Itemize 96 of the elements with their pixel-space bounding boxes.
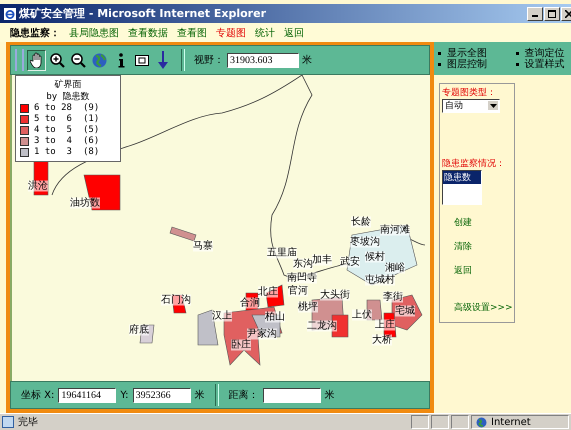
place-label: 官河: [288, 286, 308, 296]
legend-count: (8): [83, 147, 100, 158]
frame-icon: [134, 54, 148, 66]
hand-icon: [30, 52, 44, 68]
status-text: 完毕: [18, 416, 38, 429]
distance-label: 距离：: [228, 388, 259, 402]
place-label: 长龄: [351, 216, 371, 228]
coordinate-y-label: Y:: [120, 390, 129, 400]
advanced-settings-link[interactable]: 高级设置>>>: [454, 301, 512, 314]
grip-icon: [15, 49, 24, 71]
status-panel: [451, 415, 469, 429]
maximize-icon: [548, 10, 556, 18]
x-field[interactable]: 19641164: [58, 388, 116, 402]
place-label: 加丰: [312, 254, 332, 266]
down-arrow-icon: [158, 51, 168, 69]
place-label: 桃坪: [298, 302, 318, 312]
side-link[interactable]: 显示全图: [438, 48, 494, 58]
place-label: 尹家沟: [247, 328, 277, 340]
place-label: 汉上: [212, 310, 232, 322]
place-label: 柏山: [265, 312, 285, 322]
place-label: 大桥: [372, 334, 392, 346]
place-label: 五里庙: [267, 248, 297, 258]
status-panel: [431, 415, 449, 429]
side-link[interactable]: 查询定位: [516, 48, 571, 58]
unit-label: 米: [194, 388, 205, 402]
place-label: 南河滩: [380, 224, 410, 236]
place-label: 油坊数: [70, 198, 100, 208]
menu-link[interactable]: 查看数据: [128, 26, 168, 40]
legend-count: (6): [83, 136, 100, 147]
side-link[interactable]: 设置样式: [516, 58, 571, 70]
minimize-button[interactable]: [527, 6, 543, 20]
legend-title: 矿界面: [54, 79, 82, 91]
place-label: 二龙沟: [307, 320, 337, 332]
browser-icon: [4, 8, 16, 20]
side-link[interactable]: 图层控制: [438, 58, 494, 70]
type-label: 专题图类型：: [442, 86, 497, 99]
place-label: 上庄: [375, 320, 395, 330]
place-label: 卧庄: [231, 340, 251, 350]
globe-icon: [476, 416, 487, 428]
place-label: 候村: [365, 252, 385, 262]
legend-range: 4 to 5: [34, 125, 73, 136]
place-label: 马寨: [193, 240, 213, 252]
zoom-in-icon: [50, 52, 65, 68]
place-label: 洪沧: [28, 180, 48, 192]
place-label: 北庄: [258, 286, 278, 298]
zoom-out-icon: [71, 52, 86, 68]
place-label: 宅城: [395, 306, 415, 316]
legend-range: 5 to 6: [34, 114, 73, 125]
place-label: 大头街: [320, 290, 350, 300]
place-label: 湘峪: [385, 262, 405, 274]
legend-count: (9): [83, 103, 100, 114]
status-panel: [411, 415, 429, 429]
menu-link[interactable]: 返回: [284, 26, 304, 40]
menu-link[interactable]: 专题图: [216, 26, 246, 40]
window-title: 煤矿安全管理 - Microsoft Internet Explorer: [19, 6, 267, 21]
legend-count: (1): [83, 114, 100, 125]
menu-link[interactable]: 县局隐患图: [69, 26, 119, 40]
globe-icon: [92, 52, 107, 68]
legend-count: (5): [83, 125, 100, 136]
place-label: 南凹寺: [287, 272, 317, 284]
y-field[interactable]: 3952366: [132, 388, 191, 402]
close-icon: [565, 10, 571, 18]
maximize-button[interactable]: [544, 6, 560, 20]
action-link[interactable]: 创建: [454, 216, 512, 229]
place-label: 武安: [340, 256, 360, 268]
zone-text: Internet: [491, 416, 531, 428]
place-label: 枣坡沟: [350, 236, 380, 248]
action-link[interactable]: 返回: [454, 264, 512, 277]
view-label: 视野：: [194, 54, 224, 67]
unit-label: 米: [324, 388, 335, 402]
type-dropdown[interactable]: 自动: [442, 99, 500, 113]
status-label: 隐患监察情况：: [442, 158, 506, 170]
unit-label: 米: [302, 54, 312, 67]
legend-range: 1 to 3: [34, 147, 73, 158]
place-label: 屯城村: [365, 274, 395, 286]
page-icon: [2, 416, 14, 428]
menu-link[interactable]: 统计: [255, 26, 275, 40]
info-icon: [116, 52, 124, 68]
place-label: 石门沟: [161, 294, 191, 306]
place-label: 合涧: [240, 298, 260, 308]
action-link[interactable]: 清除: [454, 240, 512, 253]
legend-range: 3 to 4: [34, 136, 73, 147]
legend-subtitle: by 隐患数: [45, 91, 91, 103]
distance-field[interactable]: [262, 388, 321, 402]
list-option[interactable]: 隐患数: [443, 171, 481, 184]
dropdown-arrow-icon: [490, 104, 496, 108]
menu-link[interactable]: 查看图: [177, 26, 207, 40]
place-label: 府底: [129, 324, 149, 336]
place-label: 东沟: [293, 258, 313, 270]
coordinate-x-label: 坐标 X:: [21, 388, 54, 402]
legend-range: 6 to 28: [34, 103, 73, 114]
menu-label: 隐患监察：: [10, 26, 60, 40]
place-label: 上伏: [352, 310, 372, 320]
place-label: 李街: [383, 292, 403, 302]
hand-tool-button[interactable]: [27, 50, 46, 70]
view-field[interactable]: 31903.603: [227, 52, 299, 68]
